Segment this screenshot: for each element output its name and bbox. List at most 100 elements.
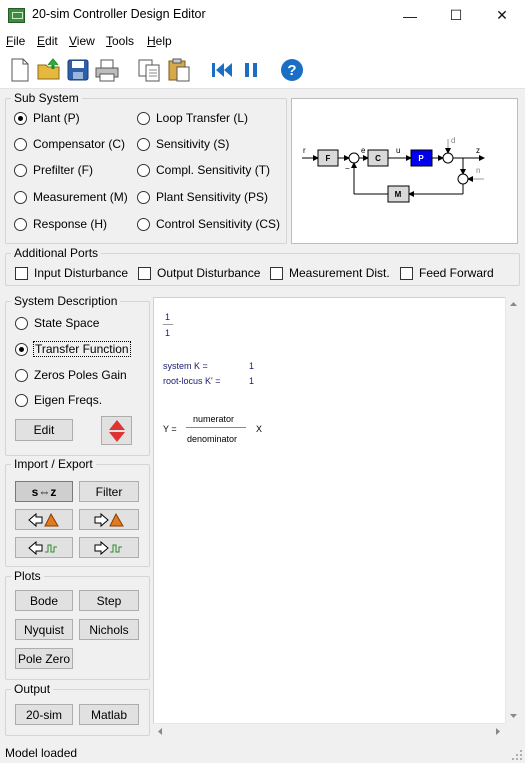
copy-icon[interactable] — [135, 56, 163, 84]
signal-r-label: r — [303, 146, 306, 155]
export-matlab-button[interactable] — [79, 509, 139, 530]
status-text: Model loaded — [5, 746, 78, 760]
system-k-value: 1 — [249, 361, 255, 371]
radio-circle — [14, 217, 27, 231]
nichols-button[interactable]: Nichols — [79, 619, 139, 640]
checkbox-label: Feed Forward — [419, 266, 494, 280]
checkbox-output-disturbance[interactable]: Output Disturbance — [138, 266, 260, 280]
y-label: Y = — [163, 424, 177, 434]
block-p-label: P — [418, 154, 424, 163]
x-label: X — [256, 424, 263, 434]
radio-plant[interactable]: Plant (P) — [14, 111, 80, 125]
radio-transfer-function[interactable]: Transfer Function — [15, 341, 131, 357]
horizontal-scrollbar[interactable] — [153, 723, 505, 738]
menu-bar: File Edit View Tools Help — [0, 31, 525, 51]
checkbox-box — [400, 266, 413, 280]
radio-label: Loop Transfer (L) — [156, 111, 249, 125]
menu-view[interactable]: View — [69, 34, 95, 48]
radio-label: Plant (P) — [33, 111, 80, 125]
radio-measurement[interactable]: Measurement (M) — [14, 190, 128, 204]
status-bar: Model loaded — [0, 743, 525, 763]
close-button[interactable]: ✕ — [479, 0, 525, 31]
subsystem-title: Sub System — [11, 91, 82, 105]
edit-button[interactable]: Edit — [15, 419, 73, 441]
help-icon[interactable]: ? — [278, 56, 306, 84]
numerator-text: numerator — [193, 414, 235, 424]
y-fraction-bar — [186, 427, 246, 428]
pole-zero-button[interactable]: Pole Zero — [15, 648, 73, 669]
export-signal-button[interactable] — [79, 537, 139, 558]
menu-tools[interactable]: Tools — [106, 34, 134, 48]
radio-label: Sensitivity (S) — [156, 137, 230, 151]
radio-circle — [15, 342, 28, 356]
import-signal-icon — [28, 540, 57, 555]
save-icon[interactable] — [64, 56, 92, 84]
filter-button[interactable]: Filter — [79, 481, 139, 502]
radio-zeros-poles-gain[interactable]: Zeros Poles Gain — [15, 368, 127, 382]
app-icon — [8, 8, 25, 23]
new-file-icon[interactable] — [6, 56, 34, 84]
svg-text:?: ? — [287, 62, 296, 79]
radio-sensitivity[interactable]: Sensitivity (S) — [137, 137, 229, 151]
signal-n-label: n — [476, 166, 480, 175]
title-bar: 20-sim Controller Design Editor — ☐ ✕ — [0, 0, 525, 31]
radio-compl-sensitivity[interactable]: Compl. Sensitivity (T) — [137, 163, 270, 177]
export-signal-icon — [94, 540, 122, 555]
radio-circle — [137, 217, 150, 231]
resize-grip-icon[interactable] — [511, 749, 523, 761]
signal-z-label: z — [476, 146, 480, 155]
radio-label: Zeros Poles Gain — [34, 368, 127, 382]
export-20sim-button[interactable]: 20-sim — [15, 704, 73, 725]
radio-control-sensitivity[interactable]: Control Sensitivity (CS) — [137, 217, 280, 231]
checkbox-input-disturbance[interactable]: Input Disturbance — [15, 266, 128, 280]
radio-prefilter[interactable]: Prefilter (F) — [14, 163, 93, 177]
import-signal-button[interactable] — [15, 537, 73, 558]
window-title: 20-sim Controller Design Editor — [32, 7, 206, 21]
root-locus-value: 1 — [249, 376, 255, 386]
radio-plant-sensitivity[interactable]: Plant Sensitivity (PS) — [137, 190, 268, 204]
bode-button[interactable]: Bode — [15, 590, 73, 611]
radio-state-space[interactable]: State Space — [15, 316, 99, 330]
step-button[interactable]: Step — [79, 590, 139, 611]
maximize-button[interactable]: ☐ — [433, 0, 479, 31]
paste-icon[interactable] — [165, 56, 193, 84]
minimize-button[interactable]: — — [387, 0, 433, 31]
checkbox-box — [270, 266, 283, 280]
import-matlab-button[interactable] — [15, 509, 73, 530]
radio-eigen-freqs[interactable]: Eigen Freqs. — [15, 393, 102, 407]
block-f-label: F — [326, 154, 331, 163]
menu-help[interactable]: Help — [147, 34, 172, 48]
rewind-icon[interactable] — [208, 56, 236, 84]
s-to-z-button[interactable]: s⇔z — [15, 481, 73, 502]
additional-ports-title: Additional Ports — [11, 246, 102, 260]
radio-circle — [14, 137, 27, 151]
root-locus-label: root-locus K' = — [163, 376, 221, 386]
checkbox-measurement-dist[interactable]: Measurement Dist. — [270, 266, 390, 280]
sum-junction — [348, 152, 360, 164]
radio-compensator[interactable]: Compensator (C) — [14, 137, 125, 151]
menu-edit[interactable]: Edit — [37, 34, 58, 48]
open-folder-icon[interactable] — [35, 56, 63, 84]
checkbox-feed-forward[interactable]: Feed Forward — [400, 266, 494, 280]
minus-sign: − — [345, 164, 350, 173]
radio-loop-transfer[interactable]: Loop Transfer (L) — [137, 111, 248, 125]
order-toggle-button[interactable] — [101, 416, 132, 445]
radio-circle — [15, 368, 28, 382]
radio-circle — [137, 163, 150, 177]
export-matlab-output-button[interactable]: Matlab — [79, 704, 139, 725]
nyquist-button[interactable]: Nyquist — [15, 619, 73, 640]
fraction-bar — [163, 324, 173, 325]
menu-file[interactable]: File — [6, 34, 25, 48]
radio-circle — [15, 316, 28, 330]
block-m-label: M — [395, 190, 402, 199]
signal-e-label: e — [361, 146, 366, 155]
pause-icon[interactable] — [237, 56, 265, 84]
radio-label: Plant Sensitivity (PS) — [156, 190, 269, 204]
print-icon[interactable] — [93, 56, 121, 84]
checkbox-label: Output Disturbance — [157, 266, 261, 280]
radio-response[interactable]: Response (H) — [14, 217, 107, 231]
noise-junction — [457, 173, 469, 185]
checkbox-label: Input Disturbance — [34, 266, 129, 280]
up-down-arrow-icon — [108, 419, 125, 442]
vertical-scrollbar[interactable] — [505, 297, 520, 723]
